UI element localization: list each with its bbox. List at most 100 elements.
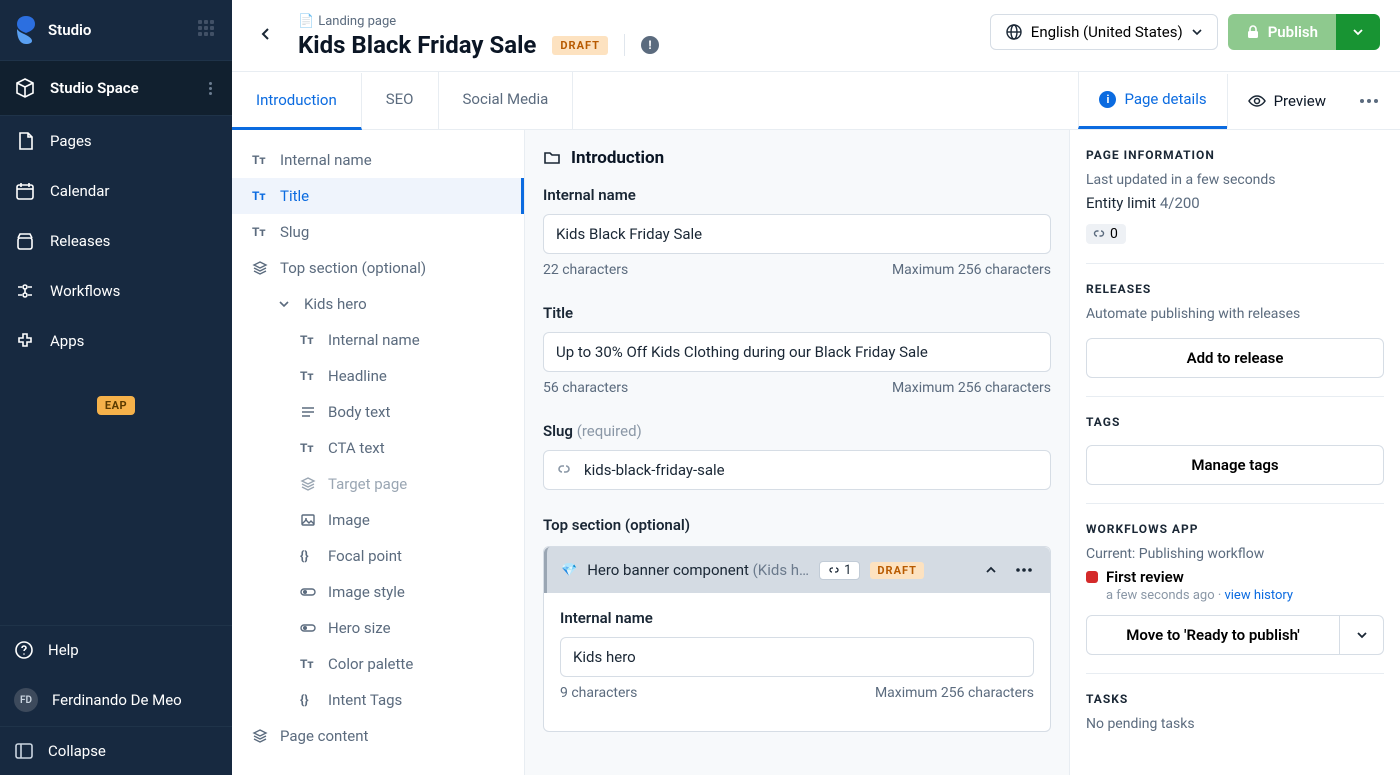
main: 📄Landing page Kids Black Friday Sale DRA… xyxy=(232,0,1400,775)
nav-collapse-label: Collapse xyxy=(48,742,106,760)
Tt-icon: Tт xyxy=(300,440,316,456)
tog-icon xyxy=(300,584,316,600)
back-button[interactable] xyxy=(252,20,280,48)
avatar: FD xyxy=(14,688,38,712)
brace-icon: {} xyxy=(300,692,316,708)
outline-item[interactable]: TтInternal name xyxy=(232,322,524,358)
publish-dropdown[interactable] xyxy=(1336,14,1380,50)
internal-name-label: Internal name xyxy=(543,186,1051,204)
nav-calendar[interactable]: Calendar xyxy=(0,166,232,216)
nav-workflows-label: Workflows xyxy=(50,282,120,300)
outline-item-label: Body text xyxy=(328,403,390,421)
language-label: English (United States) xyxy=(1031,23,1183,41)
nav-releases[interactable]: Releases xyxy=(0,216,232,266)
Tt-icon: Tт xyxy=(300,368,316,384)
outline-item[interactable]: Image xyxy=(232,502,524,538)
language-selector[interactable]: English (United States) xyxy=(990,14,1218,50)
outline-item[interactable]: TтInternal name xyxy=(232,142,524,178)
workflow-meta: a few seconds ago · view history xyxy=(1106,588,1384,603)
outline-item[interactable]: Body text xyxy=(232,394,524,430)
outline-item[interactable]: {}Intent Tags xyxy=(232,682,524,718)
collapse-component-button[interactable] xyxy=(980,559,1002,581)
details-panel: PAGE INFORMATION Last updated in a few s… xyxy=(1070,130,1400,775)
svg-text:Tт: Tт xyxy=(252,153,266,167)
space-selector[interactable]: Studio Space xyxy=(0,60,232,116)
outline-item[interactable]: TтTitle xyxy=(232,178,524,214)
outline-item[interactable]: Kids hero xyxy=(232,286,524,322)
app-name: Studio xyxy=(48,21,188,39)
outline-item[interactable]: Top section (optional) xyxy=(232,250,524,286)
nav-collapse[interactable]: Collapse xyxy=(0,726,232,775)
warning-icon[interactable]: ! xyxy=(641,36,659,54)
nav-workflows[interactable]: Workflows xyxy=(0,266,232,316)
outline-item[interactable]: Target page xyxy=(232,466,524,502)
nav-user[interactable]: FD Ferdinando De Meo xyxy=(0,674,232,726)
link-count-pill: 1 xyxy=(819,561,860,580)
breadcrumb-icon: 📄 xyxy=(298,14,314,29)
add-to-release-button[interactable]: Add to release xyxy=(1086,338,1384,378)
divider xyxy=(624,34,625,56)
tab-seo[interactable]: SEO xyxy=(362,72,439,129)
more-button[interactable] xyxy=(1346,81,1392,121)
outline-item-label: Slug xyxy=(280,223,309,241)
apps-icon xyxy=(14,330,36,352)
more-vertical-icon[interactable] xyxy=(202,82,218,95)
publish-button[interactable]: Publish xyxy=(1228,14,1336,50)
folder-icon xyxy=(543,149,561,167)
link-count-chip[interactable]: 0 xyxy=(1086,224,1126,244)
view-history-link[interactable]: view history xyxy=(1224,588,1293,603)
outline-item[interactable]: {}Focal point xyxy=(232,538,524,574)
move-workflow-dropdown[interactable] xyxy=(1340,615,1384,655)
outline-item[interactable]: Image style xyxy=(232,574,524,610)
tasks-heading: TASKS xyxy=(1086,692,1384,706)
breadcrumb-label: Landing page xyxy=(318,14,396,29)
releases-icon xyxy=(14,230,36,252)
internal-name-count: 22 characters xyxy=(543,262,628,278)
tab-introduction[interactable]: Introduction xyxy=(232,73,362,130)
diamond-icon: 💎 xyxy=(561,563,577,578)
outline-item[interactable]: TтCTA text xyxy=(232,430,524,466)
tab-row: Introduction SEO Social Media i Page det… xyxy=(232,71,1400,130)
title-label: Title xyxy=(543,304,1051,322)
workflows-heading: WORKFLOWS APP xyxy=(1086,522,1384,536)
internal-name-max: Maximum 256 characters xyxy=(892,262,1051,278)
tab-page-details[interactable]: i Page details xyxy=(1078,72,1226,129)
eye-icon xyxy=(1248,92,1266,110)
outline-item[interactable]: TтHeadline xyxy=(232,358,524,394)
outline-item[interactable]: Hero size xyxy=(232,610,524,646)
outline-item[interactable]: Page content xyxy=(232,718,524,754)
nav-help[interactable]: Help xyxy=(0,626,232,674)
internal-name-input[interactable] xyxy=(543,214,1051,254)
component-header[interactable]: 💎 Hero banner component (Kids h… 1 DRAFT xyxy=(544,547,1050,593)
para-icon xyxy=(300,404,316,420)
page-title: Kids Black Friday Sale xyxy=(298,31,536,59)
outline-item[interactable]: TтColor palette xyxy=(232,646,524,682)
outline-item-label: Color palette xyxy=(328,655,413,673)
outline-item-label: Top section (optional) xyxy=(280,259,426,277)
manage-tags-button[interactable]: Manage tags xyxy=(1086,445,1384,485)
Tt-icon: Tт xyxy=(252,224,268,240)
nav-help-label: Help xyxy=(48,641,79,659)
nav: Pages Calendar Releases Workflows Apps E… xyxy=(0,116,232,625)
nav-apps[interactable]: Apps xyxy=(0,316,232,366)
tab-preview[interactable]: Preview xyxy=(1227,74,1346,128)
apps-grid-icon[interactable] xyxy=(198,20,218,40)
svg-text:Tт: Tт xyxy=(252,225,266,239)
move-workflow-button[interactable]: Move to 'Ready to publish' xyxy=(1086,615,1340,655)
outline-item[interactable]: Tт Slug xyxy=(232,214,524,250)
title-input[interactable] xyxy=(543,332,1051,372)
Tt-icon: Tт xyxy=(252,152,268,168)
nav-pages[interactable]: Pages xyxy=(0,116,232,166)
tasks-empty: No pending tasks xyxy=(1086,716,1384,732)
component-more-button[interactable] xyxy=(1012,564,1036,576)
chevron-down-icon xyxy=(1191,26,1203,38)
breadcrumb: 📄 Landing page xyxy=(298,14,972,29)
inner-name-input[interactable] xyxy=(560,637,1034,677)
inner-name-label: Internal name xyxy=(560,609,1034,627)
slug-input[interactable] xyxy=(543,450,1051,490)
publish-label: Publish xyxy=(1268,23,1318,41)
brace-icon: {} xyxy=(300,548,316,564)
tab-social-media[interactable]: Social Media xyxy=(439,72,574,129)
component-card: 💎 Hero banner component (Kids h… 1 DRAFT… xyxy=(543,546,1051,732)
entity-limit: Entity limit 4/200 xyxy=(1086,194,1384,212)
